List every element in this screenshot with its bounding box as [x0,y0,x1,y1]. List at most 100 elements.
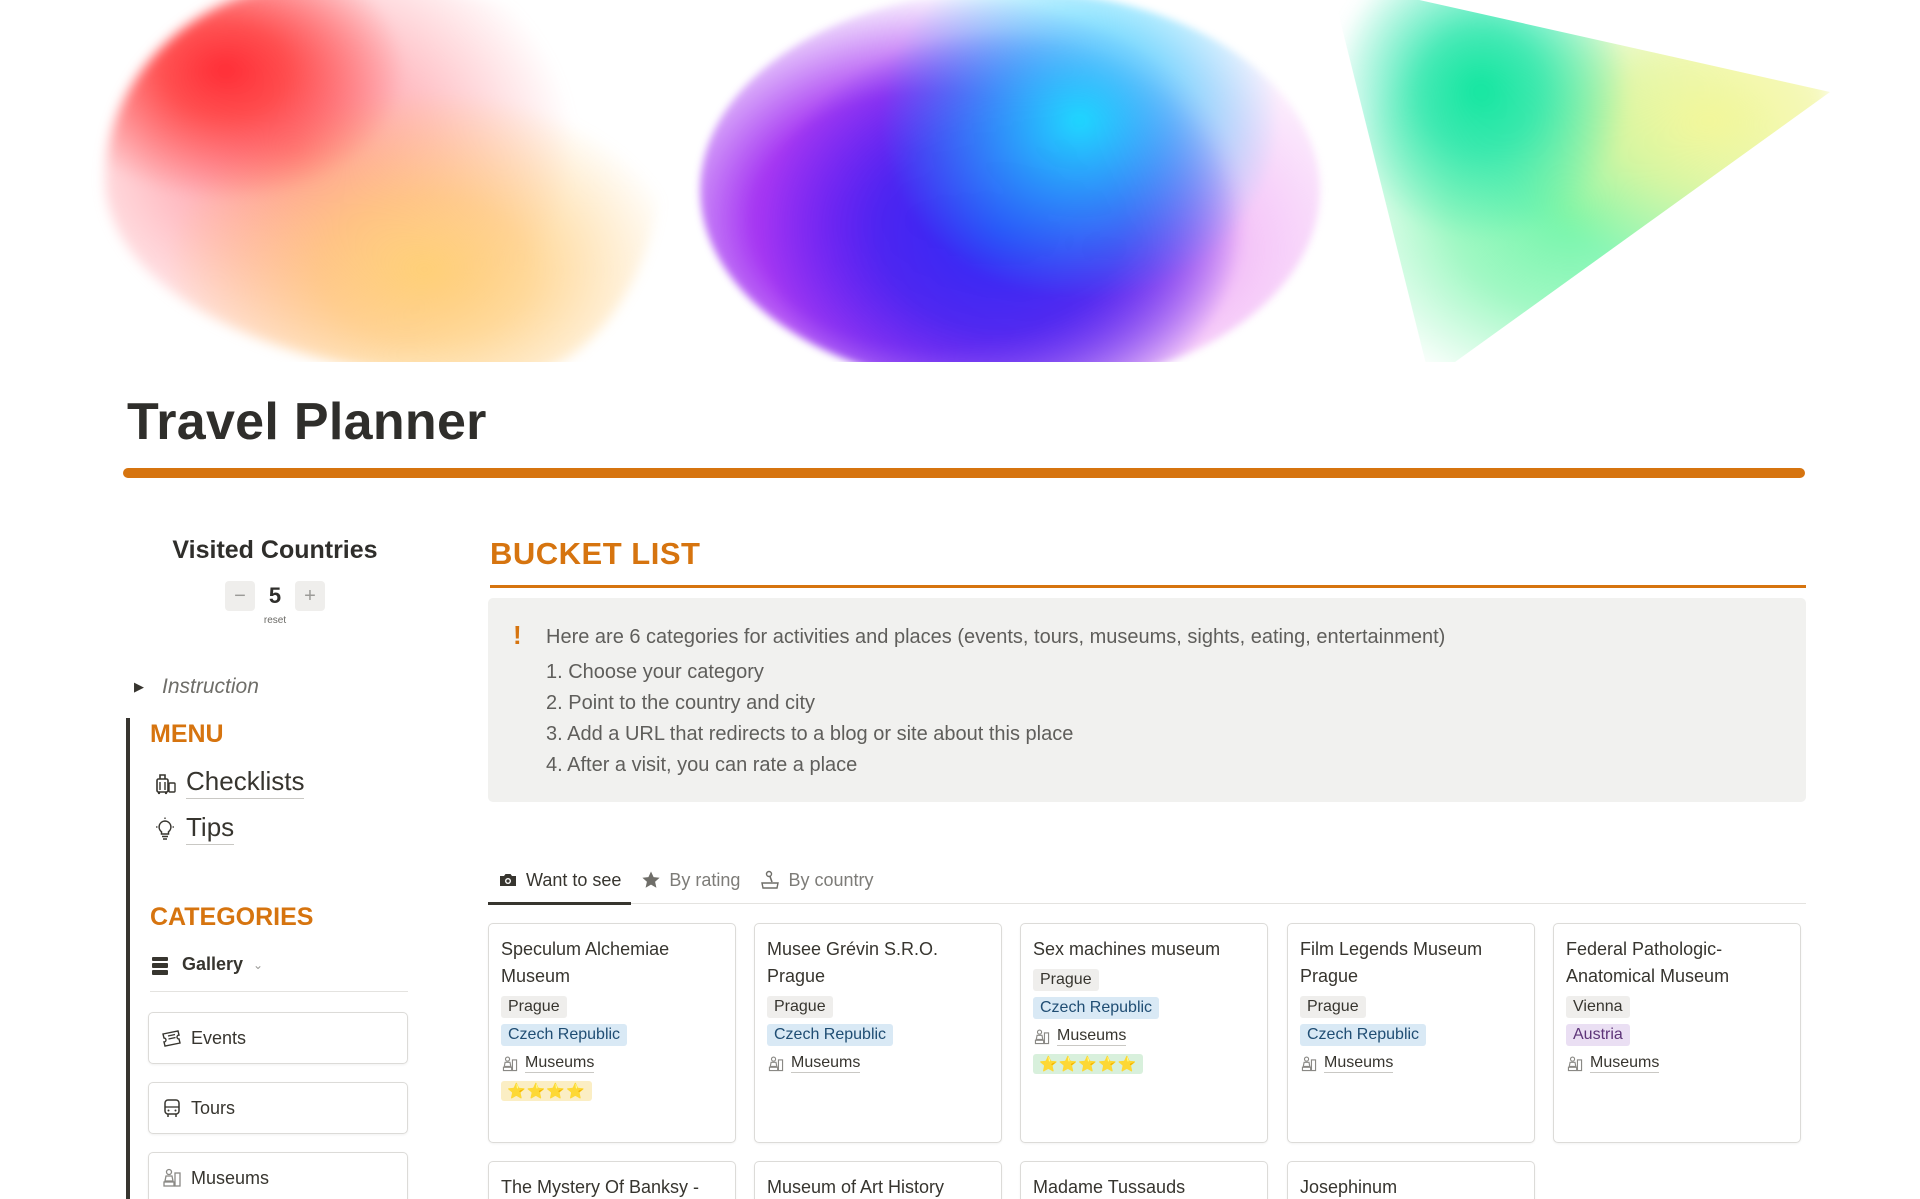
gallery-card[interactable]: Film Legends Museum Prague Prague Czech … [1287,923,1535,1143]
country-tag: Czech Republic [1300,1024,1427,1046]
museum-icon [1300,1055,1318,1073]
card-title: Museum of Art History [767,1177,945,1197]
decrement-button[interactable]: − [225,581,255,611]
category-link[interactable]: Museums [1057,1027,1127,1046]
bucket-list-divider [490,585,1806,588]
gallery-card[interactable]: Museum of Art History [754,1161,1002,1199]
title-divider [123,468,1805,478]
category-label: Tours [191,1097,236,1118]
gallery-card[interactable]: Speculum Alchemiae Museum Prague Czech R… [488,923,736,1143]
tab-label[interactable]: By country [788,870,873,891]
city-tag: Prague [767,996,833,1018]
card-title: Federal Pathologic-Anatomical Museum [1566,939,1730,986]
gallery-stack-icon [150,954,172,976]
ticket-icon [161,1027,183,1049]
increment-button[interactable]: + [295,581,325,611]
menu-item-label[interactable]: Checklists [186,766,305,799]
country-tag: Austria [1566,1024,1630,1046]
category-label: Events [191,1027,247,1048]
page-title: Travel Planner [127,393,487,451]
exclamation-icon: ! [513,620,522,650]
instructions-callout: ! Here are 6 categories for activities a… [488,598,1806,802]
museum-icon [501,1055,519,1073]
museum-icon [1566,1055,1584,1073]
tab-want-to-see[interactable]: Want to see [488,860,632,905]
city-tag: Vienna [1566,996,1630,1018]
category-relation: Museums [1300,1054,1522,1073]
menu-item-label[interactable]: Tips [186,812,235,845]
menu-heading: MENU [150,720,224,748]
rating-badge: ⭐⭐⭐⭐ [501,1081,592,1101]
triangle-right-icon[interactable]: ▶ [134,679,144,695]
reset-link[interactable]: reset [140,615,410,626]
instruction-label: Instruction [162,675,259,698]
callout-step: 2. Point to the country and city [546,692,816,714]
card-title: Musee Grévin S.R.O. Prague [767,939,939,986]
callout-intro: Here are 6 categories for activities and… [546,626,1446,648]
visited-countries-widget: Visited Countries − 5 + reset [140,536,410,626]
gallery-card[interactable]: Josephinum [1287,1161,1535,1199]
category-link[interactable]: Museums [525,1054,595,1073]
menu-item-tips[interactable]: Tips [152,812,235,845]
museum-icon [1033,1028,1051,1046]
gallery-card[interactable]: Sex machines museum Prague Czech Republi… [1020,923,1268,1143]
instruction-toggle[interactable]: ▶ Instruction [134,675,259,699]
card-title: Sex machines museum [1033,939,1221,959]
sidebar-divider [126,718,130,1199]
category-relation: Museums [767,1054,989,1073]
gallery-card[interactable]: The Mystery Of Banksy - [488,1161,736,1199]
tab-by-country[interactable]: By country [750,860,883,904]
category-link[interactable]: Museums [791,1054,861,1073]
joystick-icon [760,870,780,890]
tab-label[interactable]: Want to see [526,870,621,891]
country-tag: Czech Republic [1033,997,1160,1019]
museum-icon [767,1055,785,1073]
category-label: Museums [191,1167,270,1188]
view-tabs: Want to see By rating By country [488,860,1806,905]
category-card-tours[interactable]: Tours [148,1082,408,1134]
callout-step: 1. Choose your category [546,661,764,683]
menu-item-checklists[interactable]: Checklists [152,766,305,799]
luggage-icon [152,770,178,796]
country-tag: Czech Republic [501,1024,628,1046]
country-tag: Czech Republic [767,1024,894,1046]
bus-icon [161,1097,183,1119]
lightbulb-icon [152,816,178,842]
star-icon [641,870,661,890]
categories-heading: CATEGORIES [150,903,314,931]
card-title: Speculum Alchemiae Museum [501,939,670,986]
counter-value: 5 [268,583,282,608]
category-card-museums[interactable]: Museums [148,1152,408,1199]
cover-blue-blob [700,0,1320,362]
tab-by-rating[interactable]: By rating [631,860,750,904]
museum-icon [161,1167,183,1189]
category-card-events[interactable]: Events [148,1012,408,1064]
visited-countries-title: Visited Countries [172,536,378,564]
rating-badge: ⭐⭐⭐⭐⭐ [1033,1054,1144,1074]
gallery-view-label[interactable]: Gallery [182,954,243,975]
card-title: Madame Tussauds [1033,1177,1186,1197]
gallery-card[interactable]: Madame Tussauds [1020,1161,1268,1199]
chevron-down-icon[interactable]: ⌄ [253,958,263,972]
gallery-card[interactable]: Musee Grévin S.R.O. Prague Prague Czech … [754,923,1002,1143]
category-relation: Museums [1566,1054,1788,1073]
category-link[interactable]: Museums [1590,1054,1660,1073]
callout-step: 4. After a visit, you can rate a place [546,754,858,776]
card-title: The Mystery Of Banksy - [501,1177,700,1197]
card-title: Josephinum [1300,1177,1398,1197]
visited-counter: − 5 + [140,581,410,611]
city-tag: Prague [1033,969,1099,991]
camera-icon [498,870,518,890]
gallery-card[interactable]: Federal Pathologic-Anatomical Museum Vie… [1553,923,1801,1143]
callout-step: 3. Add a URL that redirects to a blog or… [546,723,1074,745]
cover-image [0,0,1920,362]
city-tag: Prague [1300,996,1366,1018]
cover-green-blob [1330,0,1830,362]
category-link[interactable]: Museums [1324,1054,1394,1073]
tab-label[interactable]: By rating [669,870,740,891]
gallery-view-selector[interactable]: Gallery ⌄ [150,954,408,992]
bucket-list-heading: BUCKET LIST [490,536,701,571]
cover-red-blob [105,0,665,362]
card-title: Film Legends Museum Prague [1300,939,1483,986]
callout-steps: 1. Choose your category 2. Point to the … [546,657,1073,781]
